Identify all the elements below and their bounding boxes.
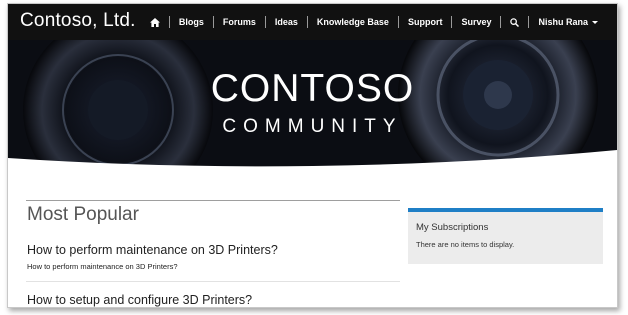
search-icon[interactable]	[501, 16, 530, 28]
list-divider	[26, 281, 400, 282]
hero-subtitle: COMMUNITY	[222, 116, 403, 137]
panel-title: My Subscriptions	[416, 222, 489, 233]
browser-frame: Contoso, Ltd. Blogs Forums Ideas Knowled…	[7, 3, 618, 308]
subscriptions-panel: My Subscriptions There are no items to d…	[408, 208, 603, 264]
section-title: Most Popular	[27, 204, 139, 225]
section-divider	[26, 200, 400, 201]
article-link[interactable]: How to perform maintenance on 3D Printer…	[27, 243, 278, 257]
top-navbar: Contoso, Ltd. Blogs Forums Ideas Knowled…	[8, 4, 617, 40]
nav-survey[interactable]: Survey	[452, 16, 502, 28]
nav-knowledge-base[interactable]: Knowledge Base	[308, 16, 399, 28]
nav-ideas[interactable]: Ideas	[266, 16, 308, 28]
empty-message: There are no items to display.	[416, 240, 515, 249]
article-description: How to perform maintenance on 3D Printer…	[27, 262, 178, 271]
hero-title: CONTOSO	[210, 67, 415, 110]
home-icon[interactable]	[141, 16, 170, 28]
brand-logo[interactable]: Contoso, Ltd.	[20, 10, 136, 32]
nav-support[interactable]: Support	[399, 16, 453, 28]
nav-menu: Blogs Forums Ideas Knowledge Base Suppor…	[141, 4, 607, 40]
hero-banner: CONTOSO COMMUNITY	[8, 40, 617, 170]
user-menu[interactable]: Nishu Rana	[529, 16, 607, 28]
nav-blogs[interactable]: Blogs	[170, 16, 214, 28]
user-name: Nishu Rana	[538, 17, 588, 27]
chevron-down-icon	[592, 20, 598, 24]
nav-forums[interactable]: Forums	[214, 16, 266, 28]
article-link[interactable]: How to setup and configure 3D Printers?	[27, 293, 252, 307]
